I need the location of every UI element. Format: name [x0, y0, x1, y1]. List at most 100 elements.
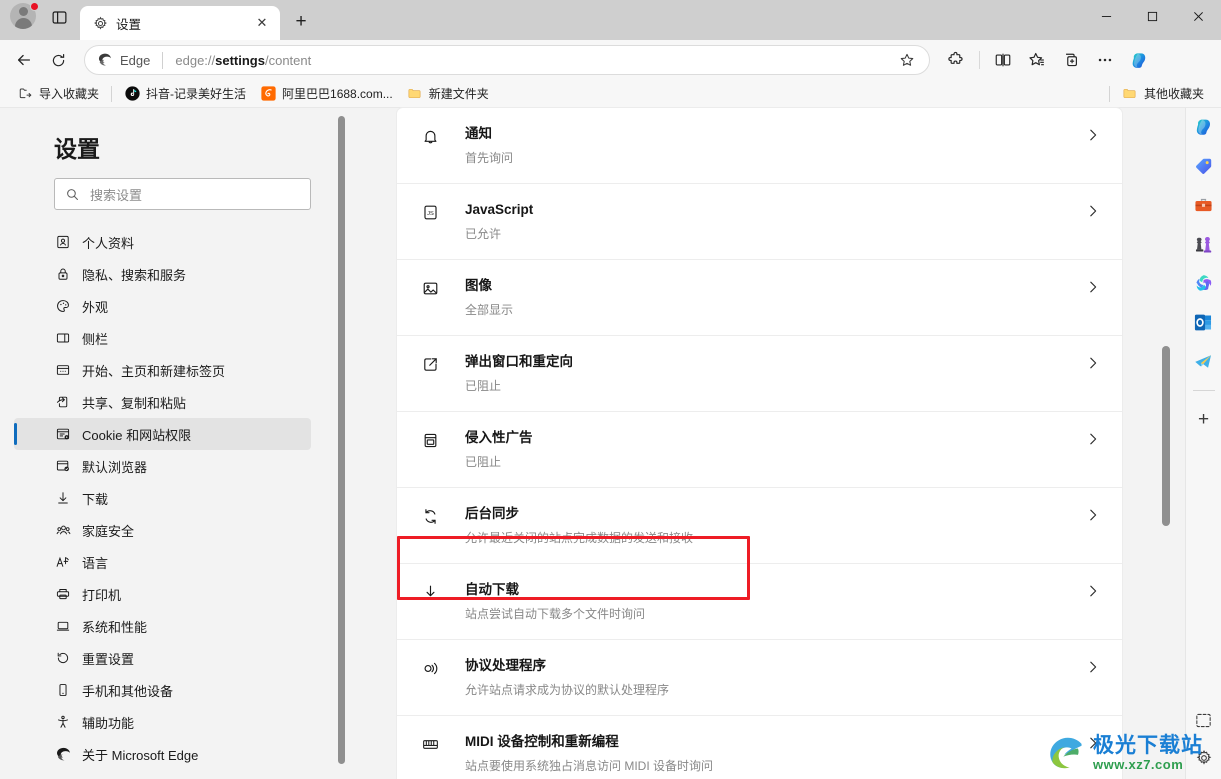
chevron-right-icon[interactable] [1082, 584, 1104, 598]
sidebar-item-system-performance[interactable]: 系统和性能 [14, 610, 311, 642]
sidebar-item-privacy[interactable]: 隐私、搜索和服务 [14, 258, 311, 290]
sidebar-item-label: 开始、主页和新建标签页 [82, 363, 226, 379]
permission-row-midi-devices[interactable]: MIDI 设备控制和重新编程 站点要使用系统独占消息访问 MIDI 设备时询问 [397, 716, 1122, 779]
chevron-right-icon[interactable] [1082, 736, 1104, 750]
page-title: 设置 [54, 136, 100, 162]
permission-subtitle: 站点要使用系统独占消息访问 MIDI 设备时询问 [465, 759, 713, 773]
close-window-button[interactable] [1175, 0, 1221, 32]
default-browser-icon [54, 457, 72, 475]
shopping-tag-icon[interactable] [1191, 153, 1217, 179]
sidebar-item-default-browser[interactable]: 默认浏览器 [14, 450, 311, 482]
permission-title: MIDI 设备控制和重新编程 [465, 734, 619, 749]
sidebar-item-sidebar[interactable]: 侧栏 [14, 322, 311, 354]
bookmark-alibaba[interactable]: 阿里巴巴1688.com... [253, 82, 400, 105]
add-sidebar-app-button[interactable]: + [1191, 407, 1217, 433]
sidebar-item-start-home-newtab[interactable]: 开始、主页和新建标签页 [14, 354, 311, 386]
copilot-button[interactable] [1123, 44, 1155, 76]
copilot-icon[interactable] [1191, 114, 1217, 140]
sidebar-scroll-thumb[interactable] [338, 116, 345, 764]
sidebar-scrollbar[interactable] [337, 110, 345, 770]
snip-icon[interactable] [1191, 707, 1217, 733]
share-icon [54, 393, 72, 411]
tools-briefcase-icon[interactable] [1191, 192, 1217, 218]
chevron-right-icon[interactable] [1082, 508, 1104, 522]
permission-row-javascript[interactable]: JS JavaScript 已允许 [397, 184, 1122, 260]
permission-row-automatic-downloads[interactable]: 自动下载 站点尝试自动下载多个文件时询问 [397, 564, 1122, 640]
chevron-right-icon[interactable] [1082, 280, 1104, 294]
edge-brand-label: Edge [120, 52, 151, 68]
bookmark-label: 阿里巴巴1688.com... [282, 87, 393, 101]
favorites-button[interactable] [1021, 44, 1053, 76]
sidebar-item-label: 重置设置 [82, 651, 135, 667]
palette-icon [54, 297, 72, 315]
permission-title: 协议处理程序 [465, 658, 546, 673]
sidebar-item-accessibility[interactable]: 辅助功能 [14, 706, 311, 738]
bookmark-import-favorites[interactable]: 导入收藏夹 [10, 82, 106, 105]
tab-settings[interactable]: 设置 ✕ [80, 6, 280, 40]
close-icon[interactable]: ✕ [252, 13, 272, 33]
maximize-button[interactable] [1129, 0, 1175, 32]
sidebar-item-share-copy-paste[interactable]: 共享、复制和粘贴 [14, 386, 311, 418]
permissions-card: 通知 首先询问 JS JavaScript 已允许 图像 全部显示 弹出窗口和重… [397, 108, 1122, 779]
chevron-right-icon[interactable] [1082, 660, 1104, 674]
chevron-right-icon[interactable] [1082, 128, 1104, 142]
bookmark-new-folder[interactable]: 新建文件夹 [400, 82, 496, 105]
permission-subtitle: 允许最近关闭的站点完成数据的发送和接收 [465, 531, 694, 545]
extensions-button[interactable] [940, 44, 972, 76]
outlook-icon[interactable] [1191, 309, 1217, 335]
search-icon [67, 188, 78, 200]
sidebar-item-label: Cookie 和网站权限 [82, 427, 192, 443]
more-options-button[interactable] [1089, 44, 1121, 76]
chevron-right-icon[interactable] [1082, 432, 1104, 446]
popup-icon [419, 355, 441, 374]
new-tab-button[interactable]: + [286, 7, 316, 37]
address-bar[interactable]: Edge edge://settings/content [84, 45, 930, 75]
chevron-right-icon[interactable] [1082, 204, 1104, 218]
sidebar-item-reset-settings[interactable]: 重置设置 [14, 642, 311, 674]
bookmark-label: 导入收藏夹 [39, 87, 100, 101]
collections-button[interactable] [1055, 44, 1087, 76]
permission-row-protocol-handlers[interactable]: 协议处理程序 允许站点请求成为协议的默认处理程序 [397, 640, 1122, 716]
window-controls [1083, 0, 1221, 32]
sidebar-item-downloads[interactable]: 下载 [14, 482, 311, 514]
accessibility-icon [54, 713, 72, 731]
sidebar-item-languages[interactable]: 语言 [14, 546, 311, 578]
bookmark-other-favorites[interactable]: 其他收藏夹 [1115, 82, 1211, 105]
sidebar-item-about-edge[interactable]: 关于 Microsoft Edge [14, 738, 311, 770]
profile-avatar[interactable] [10, 2, 39, 31]
chevron-right-icon[interactable] [1082, 356, 1104, 370]
search-input[interactable]: 搜索设置 [54, 178, 311, 210]
games-icon[interactable] [1191, 231, 1217, 257]
settings-sidebar: 设置 搜索设置 个人资料 隐私、搜索和服务 外观 侧栏 开始、主页和新建标签页 … [0, 108, 345, 779]
permission-row-background-sync[interactable]: 后台同步 允许最近关闭的站点完成数据的发送和接收 [397, 488, 1122, 564]
auto-download-icon [419, 583, 441, 602]
sidebar-item-cookies-site-permissions[interactable]: Cookie 和网站权限 [14, 418, 311, 450]
sidebar-item-family-safety[interactable]: 家庭安全 [14, 514, 311, 546]
favorite-star-icon[interactable] [895, 48, 919, 72]
bookmarks-bar: 导入收藏夹 抖音-记录美好生活 阿里巴巴1688.com... 新建文件夹 其他… [0, 80, 1221, 108]
tab-actions-icon[interactable] [46, 4, 72, 30]
tabstrip-left-controls [0, 0, 72, 40]
gear-icon[interactable] [1191, 745, 1217, 771]
sidebar-item-phone-other-devices[interactable]: 手机和其他设备 [14, 674, 311, 706]
telegram-icon[interactable] [1191, 348, 1217, 374]
permission-row-notifications[interactable]: 通知 首先询问 [397, 108, 1122, 184]
refresh-button[interactable] [42, 44, 74, 76]
microsoft-365-icon[interactable] [1191, 270, 1217, 296]
split-screen-button[interactable] [987, 44, 1019, 76]
back-button[interactable] [8, 44, 40, 76]
sidebar-item-appearance[interactable]: 外观 [14, 290, 311, 322]
permission-title: 自动下载 [465, 582, 519, 597]
permission-subtitle: 已阻止 [465, 379, 502, 393]
sidebar-item-printers[interactable]: 打印机 [14, 578, 311, 610]
permission-text: JavaScript 已允许 [465, 200, 1082, 243]
minimize-button[interactable] [1083, 0, 1129, 32]
avatar-notification-dot [30, 2, 39, 11]
content-scrollbar[interactable] [1162, 108, 1172, 779]
permission-row-intrusive-ads[interactable]: 侵入性广告 已阻止 [397, 412, 1122, 488]
sidebar-item-profile[interactable]: 个人资料 [14, 226, 311, 258]
bookmark-douyin[interactable]: 抖音-记录美好生活 [117, 82, 253, 105]
permission-row-popups-redirects[interactable]: 弹出窗口和重定向 已阻止 [397, 336, 1122, 412]
permission-row-images[interactable]: 图像 全部显示 [397, 260, 1122, 336]
content-scroll-thumb[interactable] [1162, 346, 1170, 526]
